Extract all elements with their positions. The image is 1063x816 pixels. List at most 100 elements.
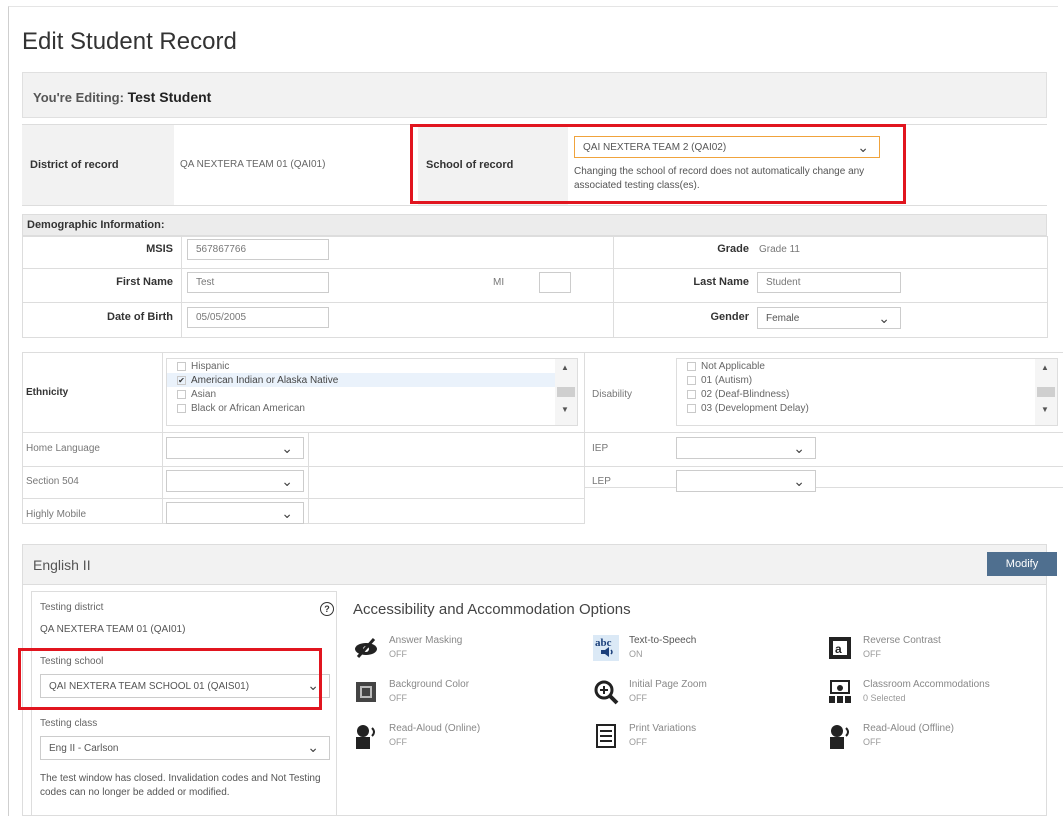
- home-language-select[interactable]: ⌄: [166, 437, 304, 459]
- iep-label: IEP: [592, 443, 609, 454]
- option-label: 02 (Deaf-Blindness): [701, 388, 790, 400]
- home-language-label: Home Language: [26, 443, 100, 454]
- option-label: American Indian or Alaska Native: [191, 374, 339, 386]
- option-label: 01 (Autism): [701, 374, 753, 386]
- background-color-icon: [356, 682, 376, 702]
- accommodation-name: Reverse Contrast: [863, 635, 941, 646]
- last-name-label: Last Name: [693, 276, 749, 288]
- disability-scrollbar[interactable]: ▲ ▼: [1035, 359, 1057, 425]
- chevron-down-icon: ⌄: [878, 310, 890, 326]
- reverse-contrast-icon: a: [829, 637, 851, 659]
- section504-select[interactable]: ⌄: [166, 470, 304, 492]
- chevron-down-icon: ⌄: [281, 505, 293, 521]
- disability-option[interactable]: 03 (Development Delay): [677, 401, 1057, 415]
- option-label: Black or African American: [191, 402, 305, 414]
- highly-mobile-select[interactable]: ⌄: [166, 502, 304, 524]
- ethnicity-option[interactable]: Asian: [167, 387, 577, 401]
- testing-class-label: Testing class: [40, 718, 98, 729]
- accommodation-name: Classroom Accommodations: [863, 679, 990, 690]
- disability-label: Disability: [592, 389, 633, 400]
- district-label: District of record: [22, 125, 174, 205]
- svg-text:abc: abc: [595, 637, 612, 649]
- testing-class-select[interactable]: Eng II - Carlson ⌄: [40, 736, 330, 760]
- scroll-down-icon[interactable]: ▼: [561, 405, 569, 414]
- lep-select[interactable]: ⌄: [676, 470, 816, 492]
- demographics-section: Demographic Information: MSIS 567867766 …: [22, 214, 1048, 338]
- checkbox-icon: [177, 389, 186, 399]
- mi-label: MI: [493, 277, 505, 288]
- col-divider: [181, 236, 182, 337]
- gender-select-value: Female: [766, 312, 800, 324]
- accommodation-print-variations[interactable]: Print Variations OFF: [593, 721, 833, 755]
- dob-input[interactable]: 05/05/2005: [187, 307, 329, 328]
- accommodation-state: OFF: [389, 649, 407, 659]
- scroll-thumb[interactable]: [557, 387, 575, 397]
- accommodation-classroom-accommodations[interactable]: Classroom Accommodations 0 Selected: [827, 677, 1063, 711]
- mi-input[interactable]: [539, 272, 571, 293]
- editing-bar: You're Editing: Test Student: [22, 72, 1047, 118]
- scroll-down-icon[interactable]: ▼: [1041, 405, 1049, 414]
- accommodation-name: Background Color: [389, 679, 470, 690]
- lep-label: LEP: [592, 476, 611, 487]
- ethnicity-option[interactable]: Black or African American: [167, 401, 577, 415]
- answer-masking-icon: [355, 638, 377, 658]
- msis-label: MSIS: [146, 243, 173, 255]
- ethnicity-scrollbar[interactable]: ▲ ▼: [555, 359, 577, 425]
- row-divider: [585, 432, 1063, 433]
- test-window-note: The test window has closed. Invalidation…: [40, 773, 321, 798]
- course-header: English II Modify: [23, 545, 1057, 585]
- disability-option[interactable]: 02 (Deaf-Blindness): [677, 387, 1057, 401]
- chevron-down-icon: ⌄: [281, 473, 293, 489]
- option-label: Not Applicable: [701, 360, 765, 372]
- scroll-up-icon[interactable]: ▲: [1041, 363, 1049, 372]
- dob-label: Date of Birth: [107, 311, 173, 323]
- accommodation-answer-masking[interactable]: Answer Masking OFF: [353, 633, 593, 667]
- first-name-input[interactable]: Test: [187, 272, 329, 293]
- first-name-label: First Name: [116, 276, 173, 288]
- ethnicity-option[interactable]: ✔ American Indian or Alaska Native: [167, 373, 577, 387]
- scroll-thumb[interactable]: [1037, 387, 1055, 397]
- iep-select[interactable]: ⌄: [676, 437, 816, 459]
- row-divider: [22, 432, 585, 433]
- ethnicity-list[interactable]: Hispanic ✔ American Indian or Alaska Nati…: [166, 358, 578, 426]
- disability-option[interactable]: 01 (Autism): [677, 373, 1057, 387]
- row-divider: [22, 466, 585, 467]
- gender-select[interactable]: Female ⌄: [757, 307, 901, 329]
- disability-list[interactable]: Not Applicable 01 (Autism) 02 (Deaf-Blin…: [676, 358, 1058, 426]
- testing-district-label: Testing district: [40, 602, 104, 613]
- ethnicity-option[interactable]: Hispanic: [167, 359, 577, 373]
- testing-district-value: QA NEXTERA TEAM 01 (QAI01): [40, 624, 186, 635]
- accommodation-state: OFF: [863, 737, 881, 747]
- accommodation-initial-page-zoom[interactable]: Initial Page Zoom OFF: [593, 677, 833, 711]
- msis-input[interactable]: 567867766: [187, 239, 329, 260]
- accommodation-name: Read-Aloud (Offline): [863, 723, 954, 734]
- accommodation-state: OFF: [389, 693, 407, 703]
- accommodation-background-color[interactable]: Background Color OFF: [353, 677, 593, 711]
- chevron-down-icon: ⌄: [793, 473, 805, 489]
- last-name-input[interactable]: Student: [757, 272, 901, 293]
- col-divider: [613, 236, 614, 337]
- accommodation-read-aloud-offline[interactable]: Read-Aloud (Offline) OFF: [827, 721, 1063, 755]
- demographics-table: MSIS 567867766 First Name Test MI Date o…: [22, 236, 1048, 338]
- accommodation-read-aloud-online[interactable]: Read-Aloud (Online) OFF: [353, 721, 593, 755]
- accommodations-title: Accessibility and Accommodation Options: [353, 601, 631, 618]
- scroll-up-icon[interactable]: ▲: [561, 363, 569, 372]
- row-divider: [22, 498, 585, 499]
- accommodation-name: Print Variations: [629, 723, 697, 734]
- checkbox-icon: [687, 403, 696, 413]
- accommodation-text-to-speech[interactable]: abc Text-to-Speech ON: [593, 633, 833, 667]
- print-variations-icon: [596, 724, 616, 748]
- classroom-accommodations-icon: [829, 680, 851, 703]
- disability-option[interactable]: Not Applicable: [677, 359, 1057, 373]
- help-icon[interactable]: ?: [320, 602, 334, 616]
- accommodation-name: Answer Masking: [389, 635, 463, 646]
- highly-mobile-label: Highly Mobile: [26, 509, 87, 520]
- modify-button[interactable]: Modify: [987, 552, 1057, 576]
- text-to-speech-icon: abc: [593, 635, 619, 661]
- row-divider: [23, 337, 1048, 338]
- checkbox-icon: [177, 361, 186, 371]
- checkbox-icon: [687, 375, 696, 385]
- checkbox-checked-icon: ✔: [177, 375, 186, 385]
- editing-prefix: You're Editing:: [33, 90, 124, 105]
- accommodation-reverse-contrast[interactable]: a Reverse Contrast OFF: [827, 633, 1063, 667]
